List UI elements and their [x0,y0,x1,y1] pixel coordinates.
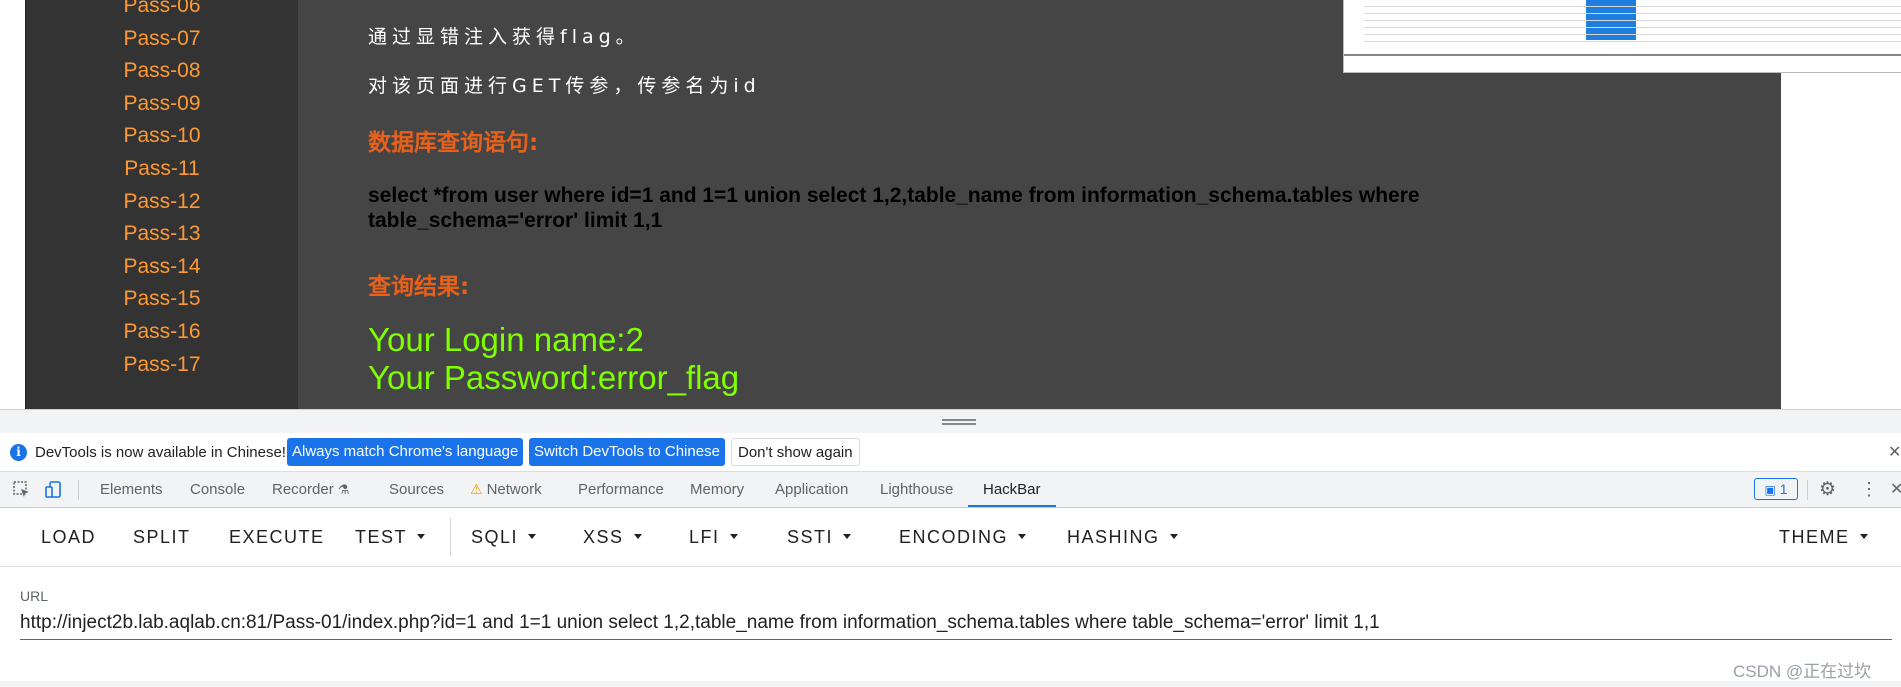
dont-show-again-button[interactable]: Don't show again [731,438,860,466]
close-devtools-icon[interactable]: ✕ [1890,472,1901,507]
tab-performance[interactable]: Performance [578,472,664,507]
sidebar-link-pass-14[interactable]: Pass-14 [26,251,298,284]
device-toolbar-icon[interactable] [44,472,64,507]
divider [78,480,79,500]
info-icon: i [10,444,27,461]
ssti-dropdown[interactable]: SSTI [787,508,852,566]
warning-icon: ⚠ [470,481,483,497]
xss-label: XSS [583,527,624,547]
gear-icon[interactable]: ⚙ [1819,472,1836,507]
caret-down-icon [417,533,426,539]
sidebar-link-pass-13[interactable]: Pass-13 [26,218,298,251]
lfi-dropdown[interactable]: LFI [689,508,738,566]
load-button[interactable]: LOAD [41,508,96,566]
split-button[interactable]: SPLIT [133,508,191,566]
caret-down-icon [729,533,738,539]
tab-elements[interactable]: Elements [100,472,163,507]
sidebar-link-pass-11[interactable]: Pass-11 [26,153,298,186]
devtools-tab-bar: Elements Console Recorder ⚗ Sources ⚠ Net… [0,472,1901,508]
divider [450,518,451,556]
intro-text: 通过显错注入获得flag。 [368,26,640,48]
tab-network-label: Network [486,481,542,498]
test-dropdown[interactable]: TEST [355,508,426,566]
more-vert-icon[interactable]: ⋮ [1860,472,1878,507]
issues-badge[interactable]: ▣ 1 [1754,478,1798,500]
web-page-viewport: Pass-06 Pass-07 Pass-08 Pass-09 Pass-10 … [0,0,1901,409]
hashing-label: HASHING [1067,527,1160,547]
encoding-dropdown[interactable]: ENCODING [899,508,1027,566]
tab-network[interactable]: ⚠ Network [470,472,542,507]
sidebar-link-pass-09[interactable]: Pass-09 [26,88,298,121]
theme-dropdown[interactable]: THEME [1779,508,1868,566]
caret-down-icon [1169,533,1178,539]
grip-icon [942,419,976,425]
devtools-language-infobar: i DevTools is now available in Chinese! … [0,433,1901,472]
tab-recorder-label: Recorder [272,481,334,498]
url-panel: URL [0,567,1901,681]
tab-application[interactable]: Application [775,472,848,507]
sidebar-link-pass-16[interactable]: Pass-16 [26,316,298,349]
sqli-dropdown[interactable]: SQLI [471,508,537,566]
ssti-label: SSTI [787,527,834,547]
sidebar-link-pass-15[interactable]: Pass-15 [26,283,298,316]
tab-hackbar[interactable]: HackBar [968,472,1056,507]
switch-to-chinese-button[interactable]: Switch DevTools to Chinese [529,438,725,466]
sidebar-link-pass-17[interactable]: Pass-17 [26,349,298,382]
tab-console[interactable]: Console [190,472,245,507]
query-sql: select *from user where id=1 and 1=1 uni… [368,184,1420,232]
sidebar-link-pass-06[interactable]: Pass-06 [26,0,298,23]
caret-down-icon [1859,533,1868,539]
always-match-language-button[interactable]: Always match Chrome's language [287,438,524,466]
result-heading: 查询结果: [368,274,470,300]
hashing-dropdown[interactable]: HASHING [1067,508,1178,566]
message-icon: ▣ [1764,483,1776,497]
result-login-name: Your Login name:2 [368,321,644,358]
lfi-label: LFI [689,527,720,547]
sqli-label: SQLI [471,527,519,547]
sidebar-link-pass-10[interactable]: Pass-10 [26,120,298,153]
bottom-strip [0,681,1901,687]
caret-down-icon [633,533,642,539]
tab-sources[interactable]: Sources [389,472,444,507]
caret-down-icon [843,533,852,539]
watermark: CSDN @正在过坎 [1733,662,1872,681]
sidebar-link-pass-12[interactable]: Pass-12 [26,186,298,219]
query-heading: 数据库查询语句: [368,130,539,156]
flask-icon: ⚗ [337,482,350,497]
url-input[interactable] [20,607,1892,640]
embedded-screenshot-image [1343,0,1901,73]
result-password: Your Password:error_flag [368,359,740,396]
url-label: URL [20,588,49,604]
divider [1807,480,1808,500]
sidebar-link-pass-08[interactable]: Pass-08 [26,55,298,88]
main-content: 通过显错注入获得flag。 对该页面进行GET传参，传参名为id 数据库查询语句… [298,0,1901,409]
tab-lighthouse[interactable]: Lighthouse [880,472,953,507]
devtools-resize-handle[interactable] [0,409,1901,434]
infobar-message: DevTools is now available in Chinese! [35,444,286,461]
close-icon[interactable]: ✕ [1888,442,1901,462]
hackbar-toolbar: LOAD SPLIT EXECUTE TEST SQLI XSS LFI SST… [0,508,1901,567]
xss-dropdown[interactable]: XSS [583,508,642,566]
execute-button[interactable]: EXECUTE [229,508,325,566]
caret-down-icon [528,533,537,539]
sidebar-list: Pass-06 Pass-07 Pass-08 Pass-09 Pass-10 … [26,0,298,381]
sidebar-link-pass-07[interactable]: Pass-07 [26,23,298,56]
inspect-element-icon[interactable] [12,472,32,507]
instruction-text: 对该页面进行GET传参，传参名为id [368,75,761,97]
sidebar: Pass-06 Pass-07 Pass-08 Pass-09 Pass-10 … [26,0,298,409]
theme-label: THEME [1779,527,1850,547]
caret-down-icon [1018,533,1027,539]
tab-recorder[interactable]: Recorder ⚗ [272,472,350,507]
issues-count: 1 [1779,481,1788,497]
encoding-label: ENCODING [899,527,1009,547]
test-label: TEST [355,527,408,547]
tab-memory[interactable]: Memory [690,472,744,507]
